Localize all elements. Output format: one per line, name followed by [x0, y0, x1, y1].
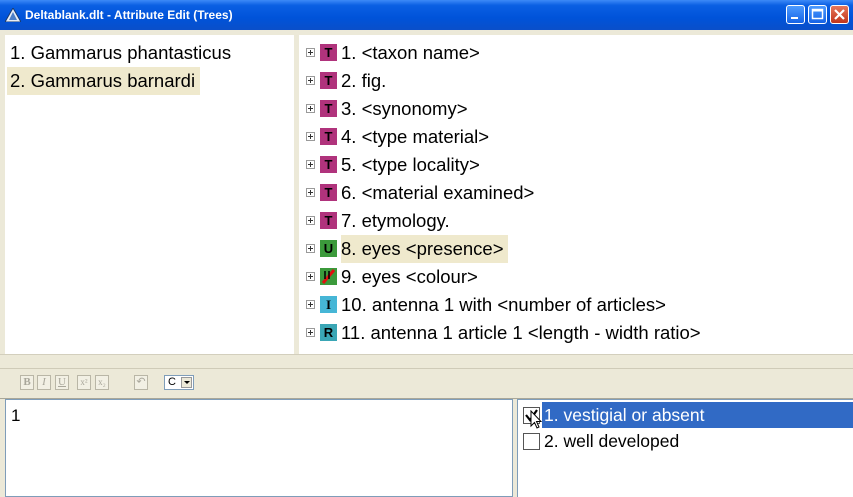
taxon-label: 2. Gammarus barnardi [10, 70, 196, 91]
minimize-icon [791, 17, 798, 19]
character-label: 8. eyes <presence> [341, 235, 508, 263]
character-label: 4. <type material> [341, 126, 490, 147]
character-label: 7. etymology. [341, 210, 450, 231]
expand-icon[interactable] [306, 132, 315, 141]
character-tree[interactable]: T 1. <taxon name> T 2. fig. T 3. <synono… [299, 35, 853, 354]
maximize-icon [811, 8, 824, 20]
character-label: 3. <synonomy> [341, 98, 468, 119]
taxon-label: 1. Gammarus phantasticus [10, 42, 232, 63]
text-character-icon: T [320, 156, 337, 173]
expand-icon[interactable] [306, 104, 315, 113]
text-character-icon: T [320, 44, 337, 61]
expand-icon[interactable] [306, 272, 315, 281]
state-label: 2. well developed [544, 431, 680, 451]
character-label: 5. <type locality> [341, 154, 480, 175]
character-label: 2. fig. [341, 70, 387, 91]
underline-button[interactable]: U [55, 375, 69, 390]
character-label: 10. antenna 1 with <number of articles> [341, 294, 666, 315]
horizontal-splitter[interactable] [0, 354, 853, 368]
expand-icon[interactable] [306, 328, 315, 337]
integer-character-icon: I [320, 296, 337, 313]
maximize-button[interactable] [808, 5, 827, 24]
undo-button[interactable]: ↶ [134, 375, 148, 390]
chevron-down-icon[interactable] [181, 377, 192, 388]
state-label: 1. vestigial or absent [542, 402, 713, 428]
expand-icon[interactable] [306, 160, 315, 169]
close-icon [834, 9, 845, 20]
character-label: 6. <material examined> [341, 182, 535, 203]
expand-icon[interactable] [306, 300, 315, 309]
state-checkbox[interactable] [523, 433, 540, 450]
application-window: Deltablank.dlt - Attribute Edit (Trees) … [0, 0, 853, 497]
expand-icon[interactable] [306, 76, 315, 85]
minimize-button[interactable] [786, 5, 805, 24]
taxon-item-selected[interactable]: 2. Gammarus barnardi [7, 67, 201, 95]
font-combo[interactable]: C [164, 375, 194, 390]
taxa-list[interactable]: 1. Gammarus phantasticus 2. Gammarus bar… [5, 35, 294, 354]
expand-icon[interactable] [306, 216, 315, 225]
expand-icon[interactable] [306, 244, 315, 253]
expand-icon[interactable] [306, 188, 315, 197]
italic-button[interactable]: I [37, 375, 51, 390]
format-toolbar [0, 368, 853, 399]
text-character-icon: T [320, 212, 337, 229]
real-character-icon: R [320, 324, 337, 341]
title-bar[interactable]: Deltablank.dlt - Attribute Edit (Trees) [0, 0, 853, 30]
window-title: Deltablank.dlt - Attribute Edit (Trees) [25, 8, 233, 22]
text-character-icon: T [320, 72, 337, 89]
character-label: 1. <taxon name> [341, 42, 480, 63]
character-label: 11. antenna 1 article 1 <length - width … [341, 322, 701, 343]
attribute-value: 1 [11, 406, 21, 425]
subscript-button[interactable]: x₂ [95, 375, 109, 390]
text-character-icon: T [320, 100, 337, 117]
combo-value: C [168, 376, 176, 388]
character-label: 9. eyes <colour> [341, 266, 478, 287]
attribute-editor[interactable]: 1 [5, 399, 513, 497]
bold-button[interactable]: B [20, 375, 34, 390]
expand-icon[interactable] [306, 48, 315, 57]
text-character-icon: T [320, 184, 337, 201]
superscript-button[interactable]: x² [77, 375, 91, 390]
taxon-item[interactable]: 1. Gammarus phantasticus [7, 39, 236, 67]
text-character-icon: T [320, 128, 337, 145]
delta-app-icon [5, 8, 21, 22]
state-item-selected[interactable]: 1. vestigial or absent [521, 402, 853, 428]
unordered-character-icon: U [320, 240, 337, 257]
mouse-cursor-icon [530, 410, 542, 429]
states-list[interactable]: 1. vestigial or absent 2. well developed [517, 399, 853, 497]
close-button[interactable] [830, 5, 849, 24]
crossed-ordered-icon [320, 268, 337, 285]
